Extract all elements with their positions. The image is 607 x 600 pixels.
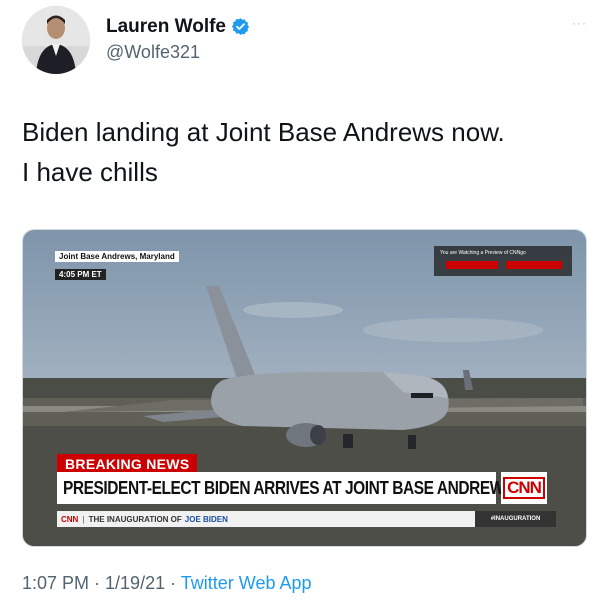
tweet-text-line: Biden landing at Joint Base Andrews now. xyxy=(22,117,505,147)
ticker-text: THE INAUGURATION OF xyxy=(88,514,182,524)
sign-in-button xyxy=(446,261,498,269)
tweet-text-line: I have chills xyxy=(22,157,158,187)
verified-badge-icon xyxy=(231,17,250,36)
cnn-logo: CNN xyxy=(501,472,547,504)
broadcast-time: 4:05 PM ET xyxy=(55,269,106,280)
location-chyron: Joint Base Andrews, Maryland 4:05 PM ET xyxy=(55,246,179,282)
ticker-separator: | xyxy=(82,514,85,524)
headline-bar: PRESIDENT-ELECT BIDEN ARRIVES AT JOINT B… xyxy=(57,472,514,504)
cnngo-preview-banner: You are Watching a Preview of CNNgo xyxy=(434,246,572,276)
user-info: Lauren Wolfe @Wolfe321 xyxy=(106,16,250,63)
breaking-news-label: BREAKING NEWS xyxy=(57,454,198,473)
avatar[interactable] xyxy=(22,6,90,74)
tweet-media-image[interactable]: Joint Base Andrews, Maryland 4:05 PM ET … xyxy=(22,229,587,547)
tweet-source-link[interactable]: Twitter Web App xyxy=(181,573,312,593)
preview-button xyxy=(506,261,562,269)
ticker-network: CNN xyxy=(61,514,79,524)
hashtag-label: #INAUGURATION xyxy=(475,511,556,527)
tweet-timestamp[interactable]: 1:07 PM · 1/19/21 · xyxy=(22,573,181,593)
headline-text: PRESIDENT-ELECT BIDEN ARRIVES AT JOINT B… xyxy=(63,477,514,498)
more-options-icon[interactable]: ··· xyxy=(572,16,587,30)
display-name[interactable]: Lauren Wolfe xyxy=(106,16,226,38)
location-label: Joint Base Andrews, Maryland xyxy=(55,251,179,262)
tweet-text: Biden landing at Joint Base Andrews now.… xyxy=(22,112,592,192)
tweet-meta: 1:07 PM · 1/19/21 · Twitter Web App xyxy=(22,573,312,594)
ticker-name: JOE BIDEN xyxy=(184,514,228,524)
cnn-logo-text: CNN xyxy=(503,477,545,499)
user-handle[interactable]: @Wolfe321 xyxy=(106,42,250,63)
tweet-header: Lauren Wolfe @Wolfe321 xyxy=(22,6,250,74)
preview-text: You are Watching a Preview of CNNgo xyxy=(440,250,526,256)
